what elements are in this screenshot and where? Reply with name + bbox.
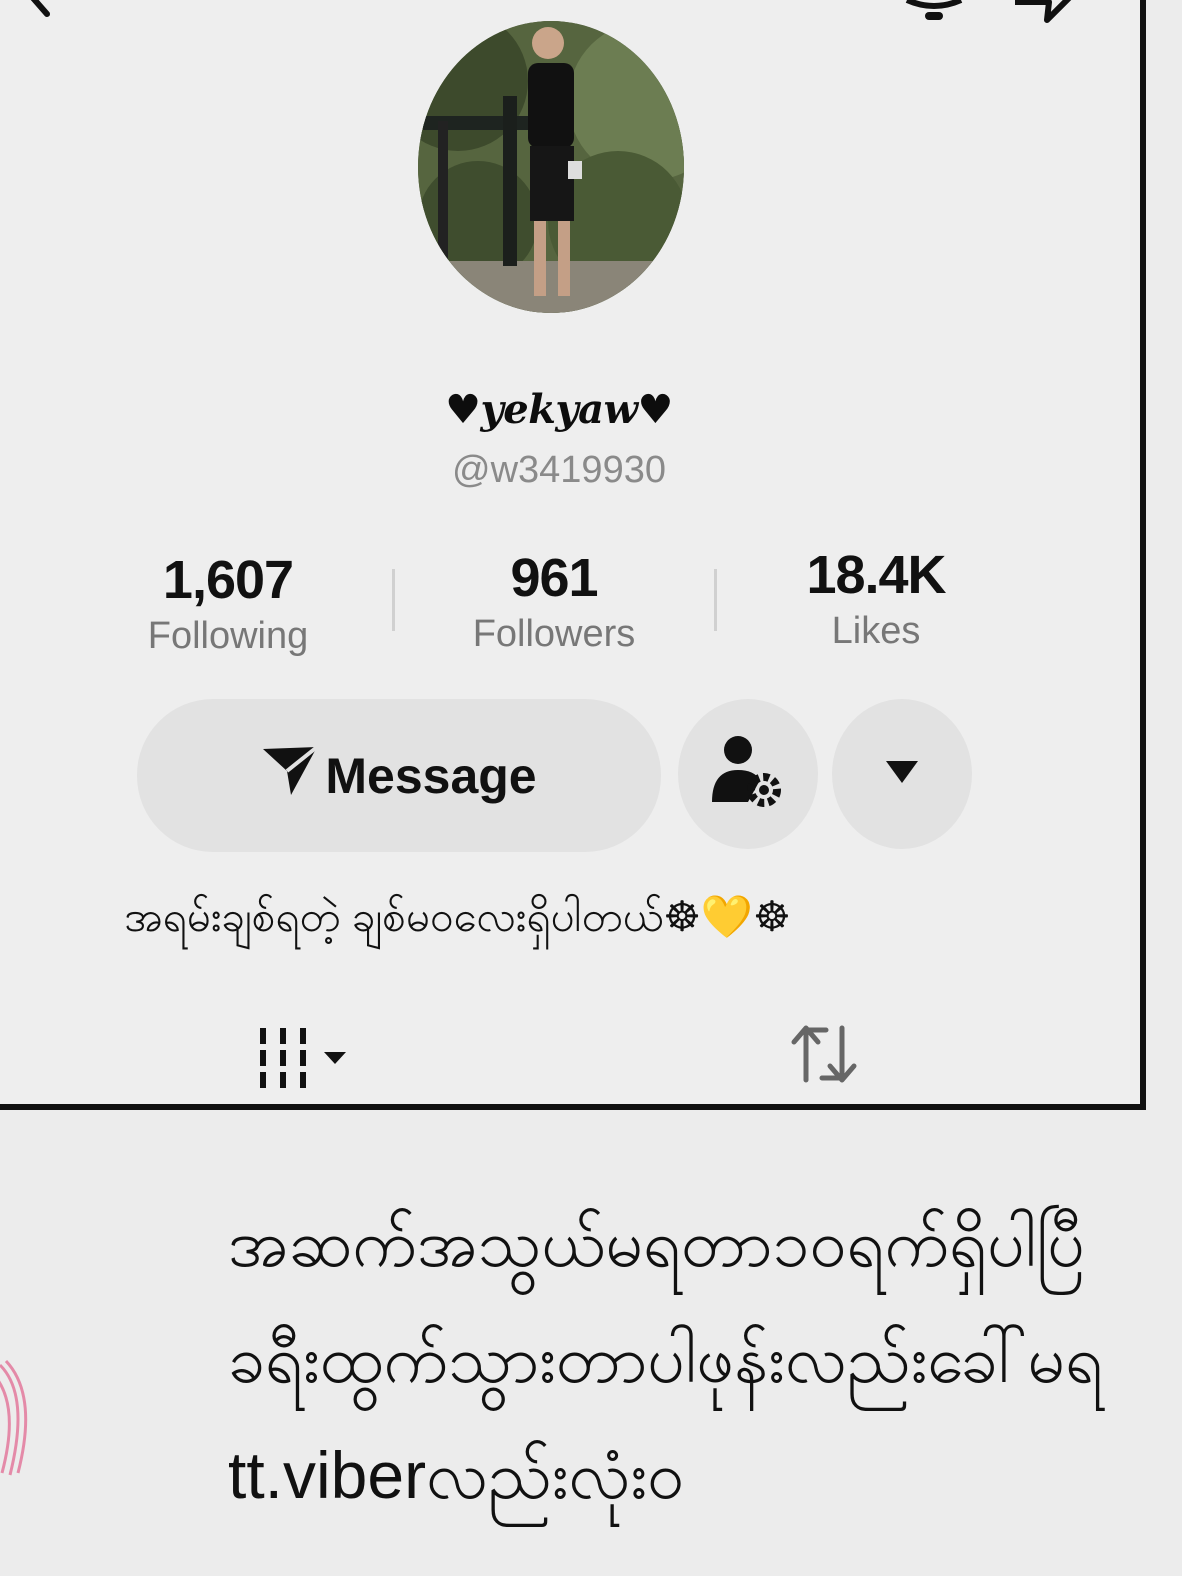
message-label: Message [325,747,537,804]
send-icon [261,743,319,809]
caption-text: အဆက်အသွယ်မရတာ၁၀ရက်ရှိပါပြီ ခရီးထွက်သွားတ… [228,1185,1168,1533]
followers-label: Followers [472,613,636,655]
fingerprint-decoration [0,1355,40,1490]
following-label: Following [147,615,309,657]
caption-line: အဆက်အသွယ်မရတာ၁၀ရက်ရှိပါပြီ [228,1206,1085,1280]
person-gear-icon [708,732,788,817]
stat-following[interactable]: 1,607 Following [98,549,358,658]
caret-down-icon [882,757,922,792]
stat-likes[interactable]: 18.4K Likes [746,544,1006,653]
stat-divider [714,569,717,631]
reposts-tab[interactable] [784,1020,864,1095]
avatar-photo [418,21,684,313]
more-options-button[interactable] [832,699,972,849]
repost-icon [791,1025,857,1083]
bell-icon[interactable] [899,0,969,37]
back-icon[interactable] [2,0,62,29]
following-count: 1,607 [162,550,294,610]
display-name: ♥yekyaw♥ [445,386,673,433]
message-button[interactable]: Message [137,699,661,852]
caption-line: ခရီးထွက်သွားတာပါဖုန်းလည်းခေါ်မရ [228,1322,1104,1396]
caption-line: tt.viberလည်းလုံး၀ [228,1438,685,1512]
profile-settings-button[interactable] [678,699,818,849]
screenshot-frame: ♥yekyaw♥ @w3419930 1,607 Following 961 F… [0,0,1146,1110]
profile-bio: အရမ်းချစ်ရတဲ့ ချစ်မဝလေးရှိပါတယ်☸💛☸ [124,893,791,940]
username-handle: @w3419930 [452,449,666,491]
share-icon[interactable] [1009,0,1089,35]
videos-tab[interactable] [256,1024,356,1099]
stat-divider [392,569,395,631]
stat-followers[interactable]: 961 Followers [424,547,684,656]
grid-icon [260,1028,346,1088]
avatar[interactable] [418,21,684,313]
likes-label: Likes [831,610,921,652]
likes-count: 18.4K [806,545,946,605]
followers-count: 961 [510,548,598,608]
